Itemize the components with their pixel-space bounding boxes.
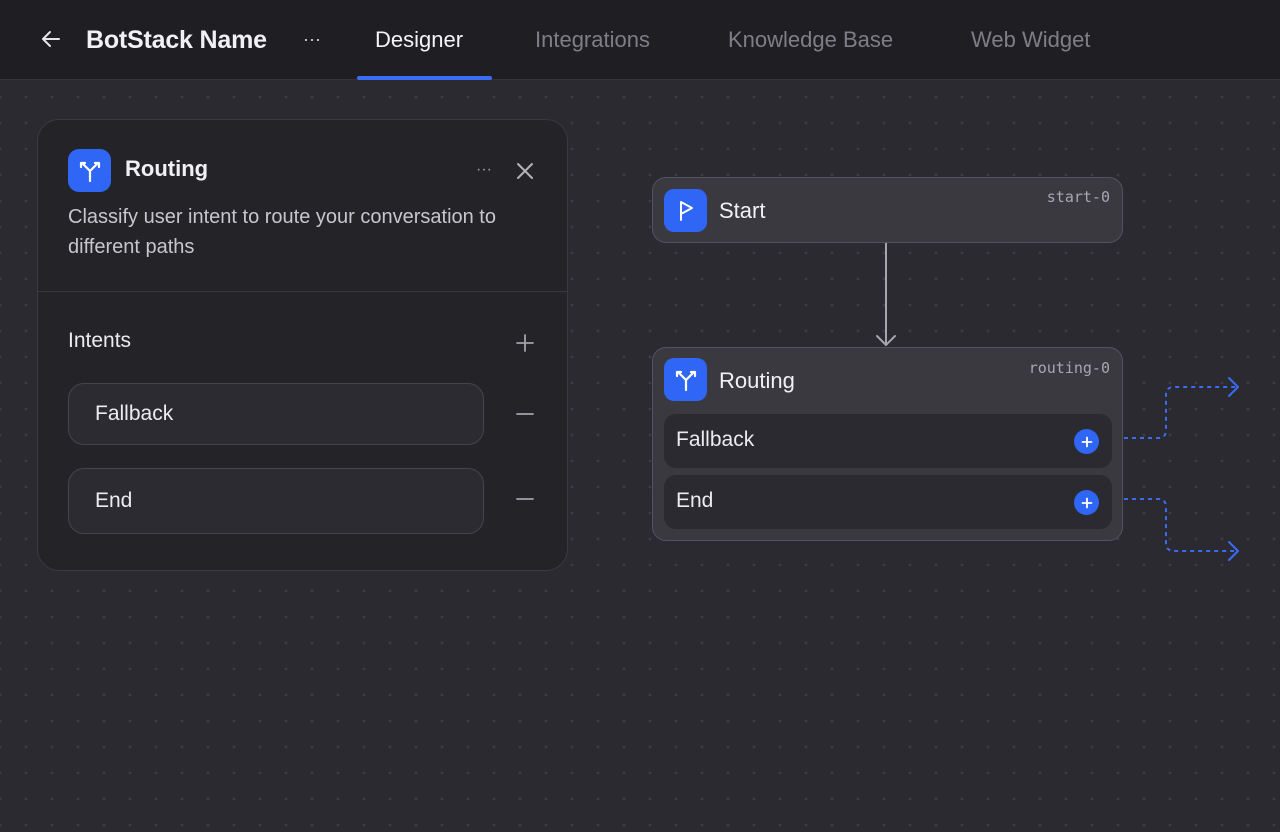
routing-icon (675, 370, 696, 391)
fallback-dashed-connector (1116, 386, 1236, 439)
routing-row-fallback[interactable]: Fallback (664, 414, 1112, 468)
routing-node-id: routing-0 (1028, 359, 1110, 377)
routing-node-title: Routing (719, 368, 795, 393)
start-node-icon-badge (664, 189, 707, 232)
routing-row-label: Fallback (676, 428, 755, 451)
start-node-title: Start (719, 198, 766, 223)
plus-icon (1081, 497, 1092, 508)
routing-row-end[interactable]: End (664, 475, 1112, 529)
plus-icon (1081, 436, 1092, 447)
routing-node[interactable]: Routing routing-0 Fallback End (652, 347, 1123, 541)
routing-node-icon-badge (664, 358, 707, 401)
add-connection-button[interactable] (1074, 429, 1099, 454)
routing-row-label: End (676, 489, 714, 512)
end-dashed-connector (1116, 498, 1236, 552)
add-connection-button[interactable] (1074, 490, 1099, 515)
start-node-id: start-0 (1046, 188, 1110, 206)
start-node[interactable]: Start start-0 (652, 177, 1123, 243)
flag-icon (679, 200, 693, 221)
